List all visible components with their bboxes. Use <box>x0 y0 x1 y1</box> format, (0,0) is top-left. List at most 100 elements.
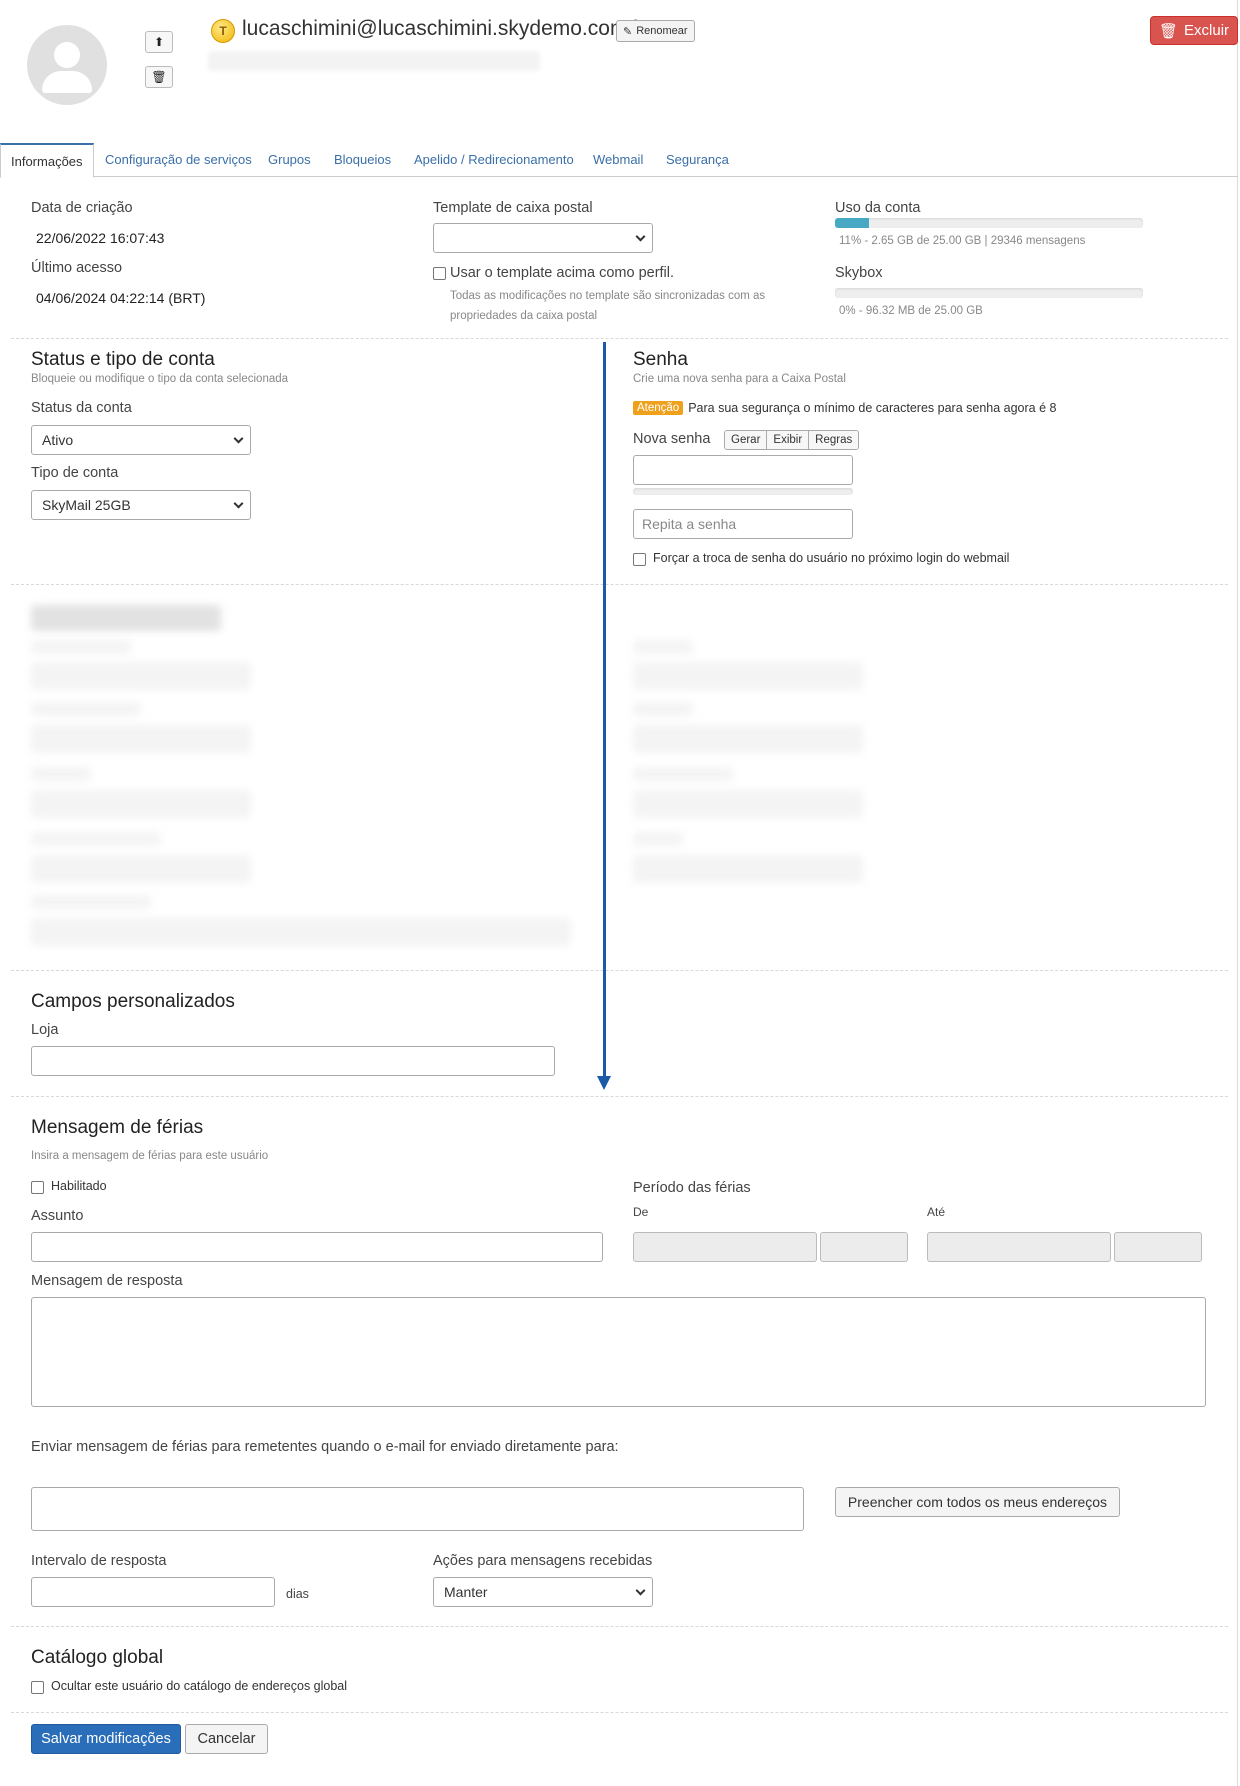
from-time-input[interactable] <box>820 1232 908 1262</box>
actions-label: Ações para mensagens recebidas <box>433 1553 653 1569</box>
attention-text: Para sua segurança o mínimo de caractere… <box>688 401 1057 415</box>
store-label: Loja <box>31 1022 59 1038</box>
chevron-down-icon <box>233 498 244 509</box>
redacted-block <box>31 790 251 818</box>
new-password-label: Nova senha <box>633 431 711 447</box>
tab-bar: Informações Configuração de serviços Gru… <box>0 143 1238 178</box>
period-label: Período das férias <box>633 1180 751 1196</box>
redacted-block <box>633 832 683 846</box>
force-change-checkbox[interactable] <box>633 553 646 566</box>
tab-configuracao-servicos[interactable]: Configuração de serviços <box>105 143 252 177</box>
tab-informacoes[interactable]: Informações <box>0 143 94 178</box>
send-to-input[interactable] <box>31 1487 804 1531</box>
tab-seguranca[interactable]: Segurança <box>666 143 729 177</box>
divider <box>11 1712 1228 1713</box>
trash-icon: 🗑︎ <box>1158 22 1179 40</box>
to-label: Até <box>927 1205 946 1219</box>
interval-input[interactable] <box>31 1577 275 1607</box>
usage-label: Uso da conta <box>835 200 921 216</box>
account-type-badge: T <box>211 19 235 43</box>
created-label: Data de criação <box>31 200 133 216</box>
remove-avatar-button[interactable]: 🗑︎ <box>145 66 173 88</box>
send-to-label: Enviar mensagem de férias para remetente… <box>31 1439 619 1455</box>
redacted-block <box>633 855 863 883</box>
force-change-label: Forçar a troca de senha do usuário no pr… <box>653 551 1010 565</box>
reply-textarea[interactable] <box>31 1297 1206 1407</box>
vacation-enabled-checkbox[interactable] <box>31 1181 44 1194</box>
skybox-progress <box>835 288 1143 298</box>
skybox-label: Skybox <box>835 265 883 281</box>
cancel-button[interactable]: Cancelar <box>185 1724 268 1754</box>
to-time-input[interactable] <box>1114 1232 1202 1262</box>
redacted-block <box>31 832 161 846</box>
repeat-password-input[interactable]: Repita a senha <box>633 509 853 539</box>
template-label: Template de caixa postal <box>433 200 593 216</box>
rules-button[interactable]: Regras <box>809 431 859 449</box>
chevron-down-icon <box>635 231 646 242</box>
template-select[interactable] <box>433 223 653 253</box>
redacted-block <box>31 662 251 690</box>
redacted-block <box>31 895 151 909</box>
password-subtitle: Crie uma nova senha para a Caixa Postal <box>633 373 846 385</box>
tab-apelido-redirecionamento[interactable]: Apelido / Redirecionamento <box>414 143 574 177</box>
divider <box>11 1626 1228 1627</box>
catalog-title: Catálogo global <box>31 1647 164 1668</box>
divider <box>11 584 1228 585</box>
divider <box>11 970 1228 971</box>
tab-grupos[interactable]: Grupos <box>268 143 311 177</box>
store-input[interactable] <box>31 1046 555 1076</box>
from-date-input[interactable] <box>633 1232 817 1262</box>
template-note: Todas as modificações no template são si… <box>450 290 766 302</box>
usage-text: 11% - 2.65 GB de 25.00 GB | 29346 mensag… <box>839 235 1086 247</box>
new-password-input[interactable] <box>633 455 853 485</box>
redacted-block <box>633 640 693 654</box>
redacted-block <box>633 662 863 690</box>
to-date-input[interactable] <box>927 1232 1111 1262</box>
redacted-block <box>31 855 251 883</box>
use-template-checkbox[interactable] <box>433 267 446 280</box>
delete-button[interactable]: 🗑︎ Excluir <box>1150 16 1238 45</box>
chevron-down-icon <box>635 1585 646 1596</box>
subject-label: Assunto <box>31 1208 84 1224</box>
created-value: 22/06/2022 16:07:43 <box>36 230 165 246</box>
usage-progress <box>835 218 1143 228</box>
vacation-title: Mensagem de férias <box>31 1117 204 1138</box>
last-access-value: 04/06/2024 04:22:14 (BRT) <box>36 290 206 306</box>
skybox-text: 0% - 96.32 MB de 25.00 GB <box>839 305 983 317</box>
password-strength-bar <box>633 488 853 495</box>
status-subtitle: Bloqueie ou modifique o tipo da conta se… <box>31 373 289 385</box>
usage-progress-fill <box>835 218 869 228</box>
actions-select[interactable]: Manter <box>433 1577 653 1607</box>
tab-bloqueios[interactable]: Bloqueios <box>334 143 391 177</box>
upload-avatar-button[interactable]: ⬆︎ <box>145 31 173 53</box>
status-select[interactable]: Ativo <box>31 425 251 455</box>
attention-badge: Atenção <box>633 401 684 415</box>
type-select[interactable]: SkyMail 25GB <box>31 490 251 520</box>
show-button[interactable]: Exibir <box>767 431 810 449</box>
vacation-subtitle: Insira a mensagem de férias para este us… <box>31 1150 269 1162</box>
password-title: Senha <box>633 349 688 370</box>
hide-from-catalog-checkbox[interactable] <box>31 1681 44 1694</box>
vacation-enabled-label: Habilitado <box>51 1179 107 1193</box>
interval-label: Intervalo de resposta <box>31 1553 167 1569</box>
fill-all-addresses-button[interactable]: Preencher com todos os meus endereços <box>835 1487 1120 1517</box>
divider <box>11 1096 1228 1097</box>
generate-button[interactable]: Gerar <box>725 431 768 449</box>
template-note-2: propriedades da caixa postal <box>450 310 598 322</box>
tab-webmail[interactable]: Webmail <box>593 143 643 177</box>
last-access-label: Último acesso <box>31 260 123 276</box>
chevron-down-icon <box>233 433 244 444</box>
custom-fields-title: Campos personalizados <box>31 991 235 1012</box>
divider <box>11 338 1228 339</box>
redacted-block <box>633 767 733 781</box>
rename-button[interactable]: ✎ Renomear <box>616 20 695 42</box>
hide-from-catalog-label: Ocultar este usuário do catálogo de ende… <box>51 1679 348 1693</box>
redacted-info <box>208 51 540 71</box>
redacted-block <box>31 725 251 753</box>
save-button[interactable]: Salvar modificações <box>31 1724 181 1754</box>
avatar <box>27 25 107 105</box>
account-email: lucaschimini@lucaschimini.skydemo.com.br <box>242 17 652 40</box>
password-actions: Gerar Exibir Regras <box>724 430 860 450</box>
subject-input[interactable] <box>31 1232 603 1262</box>
redacted-block <box>31 918 571 946</box>
